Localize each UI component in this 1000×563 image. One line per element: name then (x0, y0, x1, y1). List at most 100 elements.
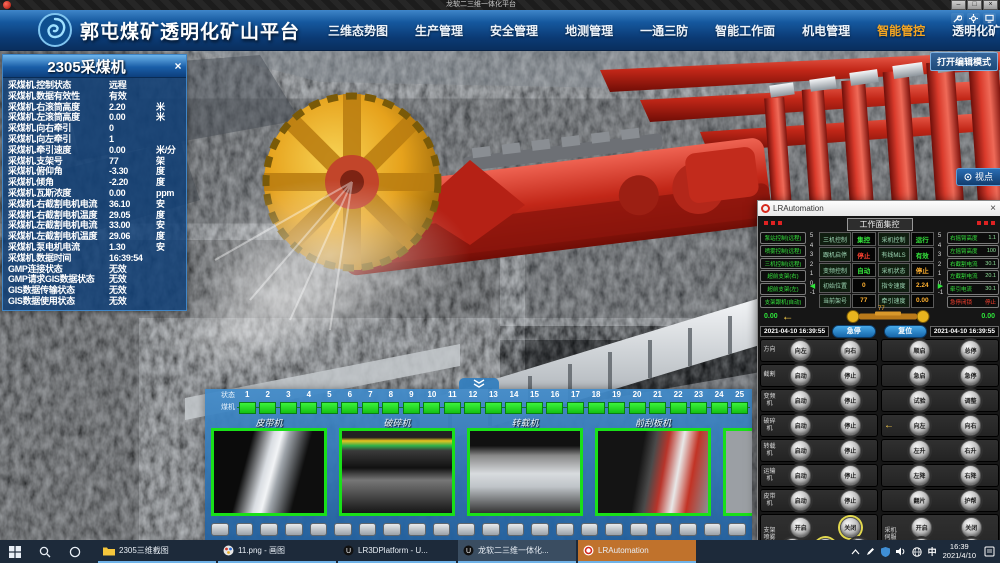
control-button[interactable]: 向左 (790, 340, 811, 361)
support-status-cell[interactable] (586, 402, 607, 414)
support-status-cell[interactable] (627, 402, 648, 414)
dock-collapse-button[interactable] (459, 378, 499, 389)
control-button[interactable]: 开启 (790, 517, 811, 538)
camera-feed[interactable] (595, 428, 711, 516)
strip-chip[interactable] (482, 523, 500, 536)
notification-center-icon[interactable] (982, 545, 996, 559)
nav-menu-item[interactable]: 安全管理 (490, 22, 538, 39)
support-status-cell[interactable] (278, 402, 299, 414)
camera-belt[interactable]: 皮带机 (211, 416, 327, 516)
camera-feed[interactable] (467, 428, 583, 516)
control-button[interactable]: 右降 (960, 465, 981, 486)
support-status-cell[interactable] (299, 402, 320, 414)
strip-chip[interactable] (285, 523, 303, 536)
control-button[interactable]: 停止 (840, 465, 861, 486)
taskbar-item-lrautomation[interactable]: LRAutomation (578, 540, 696, 563)
taskbar-item-lr3dplatform[interactable]: U LR3DPlatform - U... (338, 540, 456, 563)
support-status-cell[interactable] (504, 402, 525, 414)
control-button[interactable]: 启动 (790, 440, 811, 461)
support-status-cell[interactable] (688, 402, 709, 414)
control-button[interactable]: 急停 (960, 365, 981, 386)
strip-chip[interactable] (359, 523, 377, 536)
control-button[interactable]: 试验 (909, 390, 930, 411)
strip-chip[interactable] (211, 523, 229, 536)
control-button[interactable]: 关闭 (840, 517, 861, 538)
camera-loader[interactable]: 转载机 (467, 416, 583, 516)
strip-chip[interactable] (236, 523, 254, 536)
close-button[interactable]: × (983, 0, 998, 10)
control-button[interactable]: 启动 (790, 390, 811, 411)
control-button[interactable]: 翻片 (909, 490, 930, 511)
control-button[interactable]: 左降 (909, 465, 930, 486)
open-edit-mode-button[interactable]: 打开编辑模式 (930, 52, 998, 71)
strip-chip[interactable] (310, 523, 328, 536)
support-status-cell[interactable] (565, 402, 586, 414)
strip-chip[interactable] (728, 523, 746, 536)
strip-chip[interactable] (433, 523, 451, 536)
support-status-cell[interactable] (524, 402, 545, 414)
support-status-cell[interactable] (360, 402, 381, 414)
control-button[interactable]: 停止 (840, 390, 861, 411)
cortana-icon[interactable] (60, 540, 90, 563)
taskbar-item-folder[interactable]: 2305三维截图 (98, 540, 216, 563)
camera-crusher[interactable]: 破碎机 (339, 416, 455, 516)
control-button[interactable]: 启动 (790, 465, 811, 486)
control-button[interactable]: 护帮 (960, 490, 981, 511)
support-status-cell[interactable] (340, 402, 361, 414)
strip-chip[interactable] (679, 523, 697, 536)
start-button[interactable] (0, 540, 30, 563)
command-button[interactable]: 复位 (884, 325, 927, 338)
strip-chip[interactable] (655, 523, 673, 536)
support-status-cell[interactable] (483, 402, 504, 414)
command-button[interactable]: 急停 (832, 325, 875, 338)
taskbar-item-platform[interactable]: U 龙软二三维一体化... (458, 540, 576, 563)
control-button[interactable]: 启动 (790, 490, 811, 511)
nav-menu-item[interactable]: 地测管理 (565, 22, 613, 39)
support-status-cell[interactable] (647, 402, 668, 414)
nav-menu-item[interactable]: 智能工作面 (715, 22, 775, 39)
strip-chip[interactable] (556, 523, 574, 536)
support-status-cell[interactable] (237, 402, 258, 414)
support-status-cell[interactable] (319, 402, 340, 414)
support-status-cell[interactable] (442, 402, 463, 414)
control-button[interactable]: 关闭 (961, 517, 982, 538)
support-status-cell[interactable] (729, 402, 750, 414)
camera-front-scraper[interactable]: 前刮板机 (595, 416, 711, 516)
strip-chip[interactable] (605, 523, 623, 536)
speaker-icon[interactable] (896, 547, 906, 556)
control-button[interactable]: 右升 (960, 440, 981, 461)
control-button[interactable]: 左升 (909, 440, 930, 461)
control-button[interactable]: 向右 (960, 415, 981, 436)
strip-chip[interactable] (457, 523, 475, 536)
nav-menu-item[interactable]: 一通三防 (640, 22, 688, 39)
control-button[interactable]: 向右 (840, 340, 861, 361)
workface-control-tab[interactable]: 工作面集控 (847, 218, 913, 231)
nav-menu-item[interactable]: 三维态势图 (328, 22, 388, 39)
nav-menu-item[interactable]: 生产管理 (415, 22, 463, 39)
chevron-up-icon[interactable] (851, 549, 860, 555)
clock[interactable]: 16:39 2021/4/10 (943, 543, 976, 560)
camera-feed[interactable] (723, 428, 752, 516)
strip-chip[interactable] (334, 523, 352, 536)
control-button[interactable]: 停止 (840, 490, 861, 511)
lrautomation-close-icon[interactable]: × (990, 203, 998, 214)
control-button[interactable]: 总停 (960, 340, 981, 361)
ime-indicator[interactable]: 中 (928, 545, 937, 558)
strip-chip[interactable] (260, 523, 278, 536)
support-status-cell[interactable] (258, 402, 279, 414)
support-status-cell[interactable] (545, 402, 566, 414)
nav-menu-item[interactable]: 机电管理 (802, 22, 850, 39)
shield-icon[interactable] (881, 547, 890, 557)
support-status-cell[interactable] (668, 402, 689, 414)
control-button[interactable]: 向左 (909, 415, 930, 436)
strip-chip[interactable] (383, 523, 401, 536)
taskbar-item-paint[interactable]: 11.png - 画图 (218, 540, 336, 563)
nav-menu-item[interactable]: 透明化矿山 (952, 22, 1000, 39)
control-button[interactable]: 开启 (911, 517, 932, 538)
panel-close-icon[interactable]: × (170, 59, 186, 73)
maximize-button[interactable]: □ (967, 0, 982, 10)
screen-icon[interactable] (983, 13, 996, 24)
gear-icon[interactable] (967, 13, 980, 24)
network-globe-icon[interactable] (912, 547, 922, 557)
search-icon[interactable] (30, 540, 60, 563)
